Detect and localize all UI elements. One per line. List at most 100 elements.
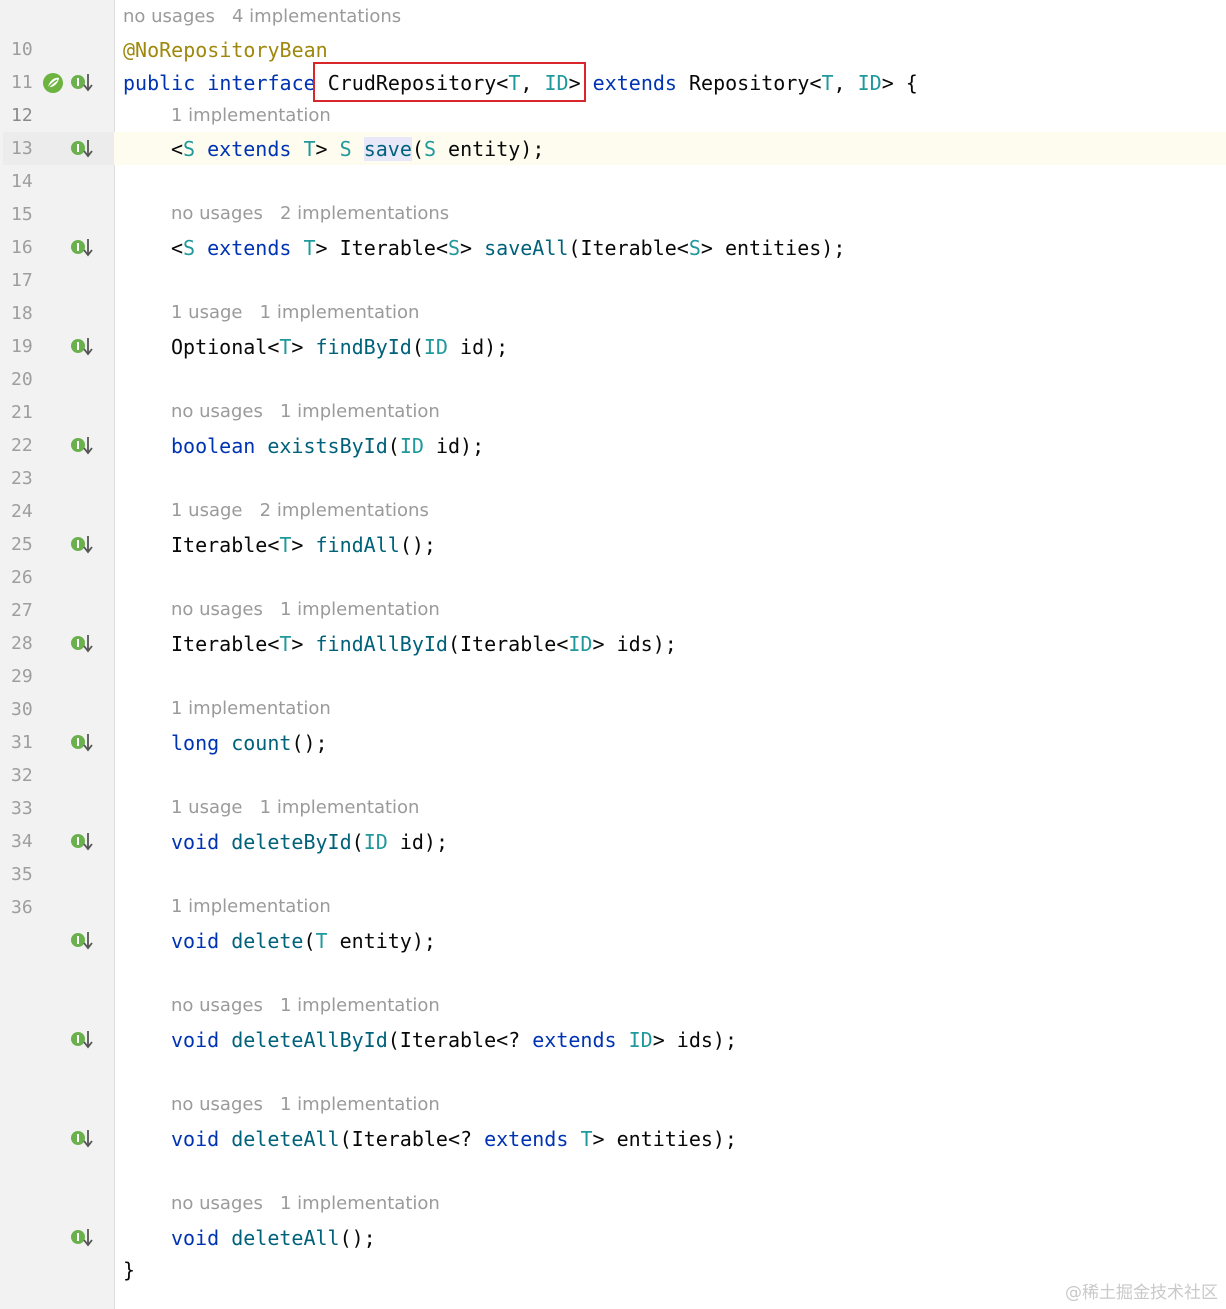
type-parameter: S [183,236,196,260]
method-name[interactable]: save [363,137,412,161]
method-name[interactable]: count [231,731,291,755]
type-parameter: ID [363,830,388,854]
code-text: entity); [435,137,545,161]
method-signature: boolean existsById(ID id); [171,434,484,458]
line-number: 17 [11,270,33,291]
code-text: id); [447,335,509,359]
parent-type-id: ID [857,71,882,95]
keyword: extends [484,1127,569,1151]
parent-type-t: T [821,71,834,95]
method-name[interactable]: deleteAllById [231,1028,388,1052]
type-parameter: ID [568,632,593,656]
line-number: 34 [11,831,33,852]
code-text: > ids); [652,1028,737,1052]
line-number: 29 [11,666,33,687]
type-parameter: T [303,236,316,260]
type-parameter: T [315,929,328,953]
method-name[interactable]: deleteAll [231,1226,339,1250]
method-name[interactable]: delete [231,929,303,953]
usage-hint[interactable]: no usages 1 implementation [171,1193,440,1215]
implemented-method-icon[interactable] [70,435,94,457]
usage-hint[interactable]: no usages 1 implementation [171,401,440,423]
code-text: > entities); [700,236,846,260]
code-text: Iterable< [171,632,280,656]
method-name[interactable]: deleteAll [231,1127,339,1151]
implemented-method-icon[interactable] [70,138,94,160]
line-number: 13 [11,138,33,159]
method-signature: Iterable<T> findAllById(Iterable<ID> ids… [171,632,677,656]
line-number: 36 [11,897,33,918]
code-text: ( [411,335,424,359]
usage-hint[interactable]: no usages 1 implementation [171,599,440,621]
implemented-method-icon[interactable] [70,1128,94,1150]
code-text: ( [303,929,316,953]
implemented-method-icon[interactable] [70,336,94,358]
usage-hint[interactable]: no usages 1 implementation [171,995,440,1017]
code-text: ( [411,137,424,161]
type-parameter: S [447,236,461,260]
usage-hint[interactable]: 1 implementation [171,105,331,127]
implemented-method-icon[interactable] [70,72,94,94]
implemented-method-icon[interactable] [70,237,94,259]
spring-bean-icon[interactable] [42,72,64,94]
class-usage-hint[interactable]: no usages 4 implementations [123,6,401,28]
code-text: > [291,335,316,359]
keyword: extends [207,137,292,161]
implemented-method-icon[interactable] [70,633,94,655]
usage-hint[interactable]: no usages 2 implementations [171,203,449,225]
method-name[interactable]: saveAll [484,236,568,260]
method-name[interactable]: findById [316,335,412,359]
method-name[interactable]: findAllById [316,632,448,656]
implemented-method-icon[interactable] [70,1029,94,1051]
keyword: void [171,929,220,953]
method-name[interactable]: findAll [316,533,400,557]
method-signature: <S extends T> Iterable<S> saveAll(Iterab… [171,236,845,260]
method-signature: Iterable<T> findAll(); [171,533,436,557]
usage-hint[interactable]: no usages 1 implementation [171,1094,440,1116]
implemented-method-icon[interactable] [70,732,94,754]
code-text: (); [399,533,436,557]
method-signature: void deleteById(ID id); [171,830,448,854]
implemented-method-icon[interactable] [70,534,94,556]
line-number: 28 [11,633,33,654]
usage-hint[interactable]: 1 implementation [171,896,331,918]
type-parameter: T [279,632,292,656]
code-text: entity); [327,929,436,953]
method-signature: <S extends T> S save(S entity); [171,137,544,161]
code-text: (Iterable< [568,236,689,260]
usage-hint[interactable]: 1 usage 1 implementation [171,302,419,324]
type-parameter: S [183,137,196,161]
implemented-method-icon[interactable] [70,1227,94,1249]
usage-hint[interactable]: 1 usage 1 implementation [171,797,419,819]
type-parameter: T [580,1127,593,1151]
line-number: 33 [11,798,33,819]
method-signature: Optional<T> findById(ID id); [171,335,508,359]
code-text: > Iterable< [315,236,448,260]
type-parameter: ID [399,434,424,458]
annotation-no-repository-bean: @NoRepositoryBean [123,38,328,62]
method-name[interactable]: deleteById [231,830,351,854]
usage-hint[interactable]: 1 usage 2 implementations [171,500,429,522]
keyword: boolean [171,434,256,458]
method-signature: void deleteAll(Iterable<? extends T> ent… [171,1127,737,1151]
method-name[interactable]: existsById [267,434,387,458]
parent-interface-name[interactable]: Repository [689,71,809,95]
code-text: (Iterable<? [387,1028,533,1052]
code-text: (); [291,731,328,755]
line-number: 15 [11,204,33,225]
implemented-method-icon[interactable] [70,831,94,853]
keyword-public: public [123,71,196,95]
line-number: 24 [11,501,33,522]
gutter-divider [114,0,115,1309]
method-signature: void deleteAllById(Iterable<? extends ID… [171,1028,737,1052]
line-number: 20 [11,369,33,390]
implemented-method-icon[interactable] [70,930,94,952]
keyword: long [171,731,220,755]
usage-hint[interactable]: 1 implementation [171,698,331,720]
